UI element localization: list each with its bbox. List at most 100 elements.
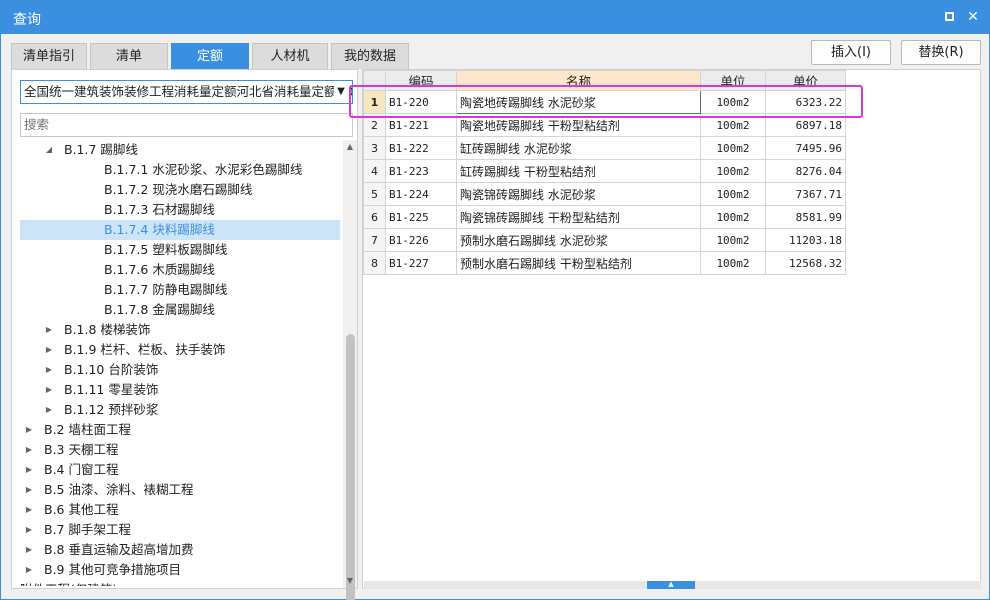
price-cell[interactable]: 6323.22 — [765, 90, 846, 114]
expand-arrow-icon[interactable]: ▶ — [44, 320, 54, 340]
search-input[interactable] — [20, 113, 353, 137]
unit-cell[interactable]: 100m2 — [700, 90, 766, 114]
scroll-down-icon[interactable]: ▼ — [343, 574, 357, 588]
row-number[interactable]: 8 — [363, 251, 386, 275]
tab-bill-guide[interactable]: 清单指引 — [11, 43, 87, 69]
name-cell[interactable]: 预制水磨石踢脚线 水泥砂浆 — [456, 228, 701, 252]
maximize-icon[interactable] — [939, 8, 959, 26]
unit-cell[interactable]: 100m2 — [700, 113, 766, 137]
code-cell[interactable]: B1-222 — [385, 136, 457, 160]
code-cell[interactable]: B1-225 — [385, 205, 457, 229]
tree-node[interactable]: B.1.7.2 现浇水磨石踢脚线 — [20, 180, 340, 200]
tree-node[interactable]: ▶ B.3 天棚工程 — [20, 440, 340, 460]
tree-node[interactable]: ▶ B.6 其他工程 — [20, 500, 340, 520]
name-cell[interactable]: 陶瓷地砖踢脚线 干粉型粘结剂 — [456, 113, 701, 137]
tree-node[interactable]: 附件工程(仅建筑) — [20, 580, 340, 586]
close-icon[interactable]: ✕ — [963, 8, 983, 26]
unit-cell[interactable]: 100m2 — [700, 182, 766, 206]
price-cell[interactable]: 7367.71 — [765, 182, 846, 206]
name-cell[interactable]: 陶瓷锦砖踢脚线 干粉型粘结剂 — [456, 205, 701, 229]
scroll-up-icon[interactable]: ▲ — [343, 140, 357, 154]
header-price[interactable]: 单价 — [765, 70, 846, 91]
table-row[interactable]: 2 B1-221 陶瓷地砖踢脚线 干粉型粘结剂 100m2 6897.18 — [363, 113, 846, 137]
replace-button[interactable]: 替换(R) — [901, 40, 981, 65]
insert-button[interactable]: 插入(I) — [811, 40, 891, 65]
tab-bill[interactable]: 清单 — [90, 43, 168, 69]
tree-node[interactable]: ▶ B.1.10 台阶装饰 — [20, 360, 340, 380]
tree-node[interactable]: B.1.7.6 木质踢脚线 — [20, 260, 340, 280]
row-number[interactable]: 5 — [363, 182, 386, 206]
tree-node[interactable]: B.1.7.8 金属踢脚线 — [20, 300, 340, 320]
table-row[interactable]: 5 B1-224 陶瓷锦砖踢脚线 水泥砂浆 100m2 7367.71 — [363, 182, 846, 206]
table-row[interactable]: 6 B1-225 陶瓷锦砖踢脚线 干粉型粘结剂 100m2 8581.99 — [363, 205, 846, 229]
expand-arrow-icon[interactable]: ▶ — [44, 400, 54, 420]
table-row[interactable]: 4 B1-223 缸砖踢脚线 干粉型粘结剂 100m2 8276.04 — [363, 159, 846, 183]
name-cell[interactable]: 陶瓷锦砖踢脚线 水泥砂浆 — [456, 182, 701, 206]
tab-quota[interactable]: 定额 — [171, 43, 249, 69]
tree-node[interactable]: B.1.7.5 塑料板踢脚线 — [20, 240, 340, 260]
row-number[interactable]: 3 — [363, 136, 386, 160]
collapse-chevron-icon[interactable]: ▲ — [647, 581, 695, 589]
unit-cell[interactable]: 100m2 — [700, 136, 766, 160]
row-number[interactable]: 7 — [363, 228, 386, 252]
unit-cell[interactable]: 100m2 — [700, 228, 766, 252]
row-number[interactable]: 2 — [363, 113, 386, 137]
tree-node[interactable]: ▶ B.1.8 楼梯装饰 — [20, 320, 340, 340]
unit-cell[interactable]: 100m2 — [700, 159, 766, 183]
tree-node[interactable]: ▶ B.1.11 零星装饰 — [20, 380, 340, 400]
expand-arrow-icon[interactable]: ▶ — [24, 560, 34, 580]
unit-cell[interactable]: 100m2 — [700, 251, 766, 275]
code-cell[interactable]: B1-226 — [385, 228, 457, 252]
code-cell[interactable]: B1-227 — [385, 251, 457, 275]
tree-node[interactable]: ▶ B.7 脚手架工程 — [20, 520, 340, 540]
name-cell[interactable]: 缸砖踢脚线 水泥砂浆 — [456, 136, 701, 160]
price-cell[interactable]: 6897.18 — [765, 113, 846, 137]
tree-node[interactable]: B.1.7.3 石材踢脚线 — [20, 200, 340, 220]
tree-node[interactable]: B.1.7.4 块料踢脚线 — [20, 220, 340, 240]
tree-node[interactable]: B.1.7.1 水泥砂浆、水泥彩色踢脚线 — [20, 160, 340, 180]
scrollbar-thumb[interactable] — [346, 334, 355, 600]
tree-node[interactable]: B.1.7.7 防静电踢脚线 — [20, 280, 340, 300]
tree-scrollbar[interactable]: ▲ ▼ — [343, 140, 357, 600]
name-cell[interactable]: 陶瓷地砖踢脚线 水泥砂浆 — [456, 90, 701, 114]
expand-arrow-icon[interactable]: ▶ — [24, 500, 34, 520]
code-cell[interactable]: B1-221 — [385, 113, 457, 137]
header-code[interactable]: 编码 — [385, 70, 457, 91]
expand-arrow-icon[interactable]: ▶ — [24, 460, 34, 480]
table-row[interactable]: 7 B1-226 预制水磨石踢脚线 水泥砂浆 100m2 11203.18 — [363, 228, 846, 252]
tree-node[interactable]: ▶ B.2 墙柱面工程 — [20, 420, 340, 440]
tree-node[interactable]: ▶ B.4 门窗工程 — [20, 460, 340, 480]
expand-arrow-icon[interactable]: ▶ — [24, 440, 34, 460]
expand-arrow-icon[interactable]: ▶ — [44, 380, 54, 400]
table-row[interactable]: 1 B1-220 陶瓷地砖踢脚线 水泥砂浆 100m2 6323.22 — [363, 90, 846, 114]
expand-arrow-icon[interactable]: ▶ — [24, 520, 34, 540]
expand-arrow-icon[interactable]: ▶ — [24, 480, 34, 500]
tree-node[interactable]: ▶ B.9 其他可竞争措施项目 — [20, 560, 340, 580]
header-name[interactable]: 名称 — [456, 70, 701, 91]
collapse-arrow-icon[interactable]: ◢ — [44, 140, 54, 160]
tree-node[interactable]: ▶ B.1.12 预拌砂浆 — [20, 400, 340, 420]
tree-node[interactable]: ▶ B.5 油漆、涂料、裱糊工程 — [20, 480, 340, 500]
tree-node[interactable]: ◢ B.1.7 踢脚线 — [20, 140, 340, 160]
expand-arrow-icon[interactable]: ▶ — [44, 360, 54, 380]
header-unit[interactable]: 单位 — [700, 70, 766, 91]
price-cell[interactable]: 8581.99 — [765, 205, 846, 229]
name-cell[interactable]: 缸砖踢脚线 干粉型粘结剂 — [456, 159, 701, 183]
splitter-bar[interactable]: ▲ — [364, 581, 981, 589]
tree-node[interactable]: ▶ B.1.9 栏杆、栏板、扶手装饰 — [20, 340, 340, 360]
code-cell[interactable]: B1-223 — [385, 159, 457, 183]
table-row[interactable]: 3 B1-222 缸砖踢脚线 水泥砂浆 100m2 7495.96 — [363, 136, 846, 160]
price-cell[interactable]: 8276.04 — [765, 159, 846, 183]
price-cell[interactable]: 11203.18 — [765, 228, 846, 252]
tab-labor-material[interactable]: 人材机 — [252, 43, 328, 69]
price-cell[interactable]: 12568.32 — [765, 251, 846, 275]
expand-arrow-icon[interactable]: ▶ — [24, 420, 34, 440]
expand-arrow-icon[interactable]: ▶ — [44, 340, 54, 360]
name-cell[interactable]: 预制水磨石踢脚线 干粉型粘结剂 — [456, 251, 701, 275]
row-number[interactable]: 1 — [363, 90, 386, 114]
tree-node[interactable]: ▶ B.8 垂直运输及超高增加费 — [20, 540, 340, 560]
chevron-down-icon[interactable]: ▼ — [334, 81, 348, 103]
table-row[interactable]: 8 B1-227 预制水磨石踢脚线 干粉型粘结剂 100m2 12568.32 — [363, 251, 846, 275]
code-cell[interactable]: B1-224 — [385, 182, 457, 206]
expand-arrow-icon[interactable]: ▶ — [24, 540, 34, 560]
